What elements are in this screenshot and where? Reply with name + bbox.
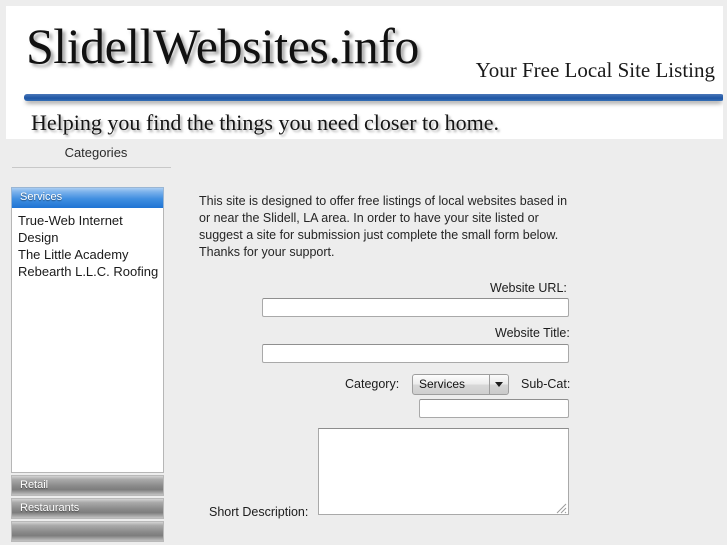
category-select[interactable]: Services	[412, 374, 509, 395]
chevron-down-icon[interactable]	[489, 375, 508, 394]
sub-category-input[interactable]	[419, 399, 569, 418]
website-title-input[interactable]	[262, 344, 569, 363]
category-label: Category:	[345, 377, 400, 391]
short-description-label: Short Description:	[209, 505, 309, 519]
website-url-input[interactable]	[262, 298, 569, 317]
website-url-label: Website URL:	[490, 281, 567, 295]
website-title-label: Website Title:	[495, 326, 570, 340]
category-select-value: Services	[419, 377, 466, 391]
short-description-textarea[interactable]	[318, 428, 569, 515]
sub-category-label: Sub-Cat:	[521, 377, 571, 391]
site-submission-form: Website URL: Website Title: Category: Se…	[0, 0, 727, 545]
